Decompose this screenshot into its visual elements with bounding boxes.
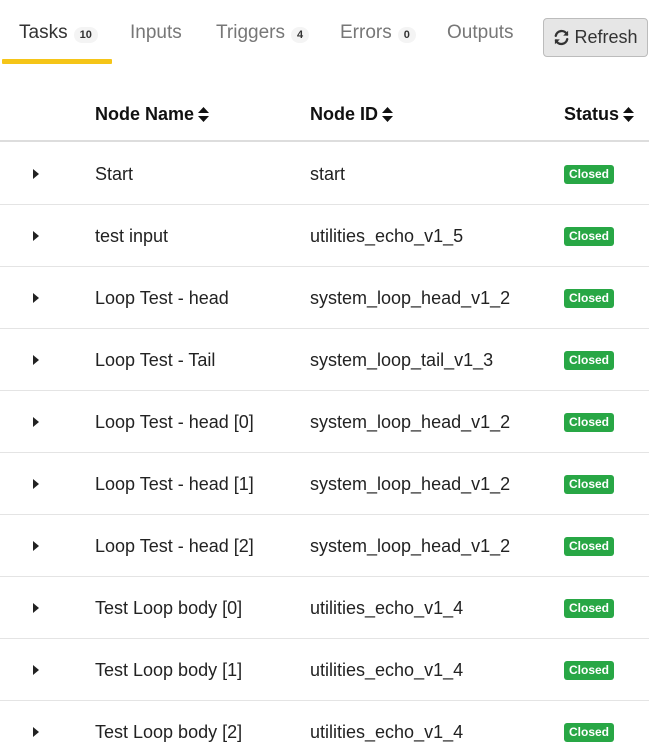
table-header: Node Name Node ID Status [0, 86, 649, 142]
sort-icon [623, 106, 635, 122]
table-row[interactable]: Loop Test - Tail system_loop_tail_v1_3 C… [0, 329, 649, 391]
status-badge: Closed [564, 412, 615, 432]
tab-outputs-label: Outputs [447, 22, 514, 43]
node-id-cell: utilities_echo_v1_5 [310, 225, 464, 246]
status-badge: Closed [564, 164, 615, 184]
status-badge: Closed [564, 350, 615, 370]
node-id-cell: start [310, 163, 346, 184]
column-header-node-id[interactable]: Node ID [310, 86, 394, 142]
tab-tasks-count-badge: 10 [73, 26, 98, 43]
node-name-cell: Loop Test - Tail [95, 349, 216, 370]
status-cell: Closed [564, 453, 615, 515]
table-row[interactable]: Loop Test - head [1] system_loop_head_v1… [0, 453, 649, 515]
tab-triggers-label: Triggers [216, 22, 285, 43]
expand-caret-icon[interactable] [33, 639, 39, 701]
column-header-node-name-label: Node Name [95, 103, 195, 124]
tab-outputs[interactable]: Outputs [447, 0, 514, 66]
column-header-status[interactable]: Status [564, 86, 635, 142]
tab-inputs[interactable]: Inputs [130, 0, 182, 66]
expand-caret-icon[interactable] [33, 515, 39, 577]
table-row[interactable]: Start start Closed [0, 143, 649, 205]
table-row[interactable]: test input utilities_echo_v1_5 Closed [0, 205, 649, 267]
status-badge: Closed [564, 722, 615, 742]
node-id-cell: utilities_echo_v1_4 [310, 721, 464, 742]
node-id-cell: system_loop_head_v1_2 [310, 411, 511, 432]
node-name-cell: Loop Test - head [1] [95, 473, 254, 494]
node-id-cell: system_loop_head_v1_2 [310, 535, 511, 556]
status-badge: Closed [564, 226, 615, 246]
expand-caret-icon[interactable] [33, 329, 39, 391]
table-row[interactable]: Loop Test - head [0] system_loop_head_v1… [0, 391, 649, 453]
tab-inputs-label: Inputs [130, 22, 182, 43]
status-cell: Closed [564, 391, 615, 453]
expand-caret-icon[interactable] [33, 205, 39, 267]
table-row[interactable]: Test Loop body [2] utilities_echo_v1_4 C… [0, 701, 649, 748]
node-name-cell: Start [95, 163, 134, 184]
status-badge: Closed [564, 288, 615, 308]
status-cell: Closed [564, 267, 615, 329]
expand-caret-icon[interactable] [33, 701, 39, 748]
expand-caret-icon[interactable] [33, 143, 39, 205]
status-cell: Closed [564, 577, 615, 639]
node-name-cell: Loop Test - head [2] [95, 535, 254, 556]
status-cell: Closed [564, 143, 615, 205]
tab-triggers[interactable]: Triggers 4 [216, 0, 310, 66]
node-name-cell: Test Loop body [0] [95, 597, 243, 618]
refresh-button[interactable]: Refresh [543, 18, 648, 57]
status-cell: Closed [564, 639, 615, 701]
node-name-cell: Test Loop body [2] [95, 721, 243, 742]
expand-caret-icon[interactable] [33, 453, 39, 515]
table-row[interactable]: Test Loop body [0] utilities_echo_v1_4 C… [0, 577, 649, 639]
node-id-cell: system_loop_head_v1_2 [310, 473, 511, 494]
status-cell: Closed [564, 205, 615, 267]
tab-triggers-count-badge: 4 [290, 26, 310, 43]
node-id-cell: utilities_echo_v1_4 [310, 659, 464, 680]
status-badge: Closed [564, 474, 615, 494]
sort-icon [382, 106, 394, 122]
node-name-cell: Loop Test - head [95, 287, 229, 308]
column-header-status-label: Status [564, 103, 620, 124]
tab-errors-label: Errors [340, 22, 392, 43]
status-badge: Closed [564, 660, 615, 680]
active-tab-indicator [2, 59, 112, 64]
sort-icon [198, 106, 210, 122]
status-cell: Closed [564, 515, 615, 577]
table-row[interactable]: Test Loop body [1] utilities_echo_v1_4 C… [0, 639, 649, 701]
node-name-cell: test input [95, 225, 169, 246]
tab-tasks-label: Tasks [19, 22, 68, 43]
column-header-node-id-label: Node ID [310, 103, 379, 124]
refresh-button-label: Refresh [574, 27, 638, 47]
table-row[interactable]: Loop Test - head [2] system_loop_head_v1… [0, 515, 649, 577]
column-header-node-name[interactable]: Node Name [95, 86, 210, 142]
status-badge: Closed [564, 598, 615, 618]
status-cell: Closed [564, 329, 615, 391]
tab-errors-count-badge: 0 [397, 26, 416, 43]
node-id-cell: system_loop_head_v1_2 [310, 287, 511, 308]
status-cell: Closed [564, 701, 615, 748]
tab-tasks[interactable]: Tasks 10 [19, 0, 98, 66]
node-name-cell: Test Loop body [1] [95, 659, 243, 680]
node-id-cell: system_loop_tail_v1_3 [310, 349, 494, 370]
expand-caret-icon[interactable] [33, 267, 39, 329]
node-id-cell: utilities_echo_v1_4 [310, 597, 464, 618]
expand-caret-icon[interactable] [33, 391, 39, 453]
table-row[interactable]: Loop Test - head system_loop_head_v1_2 C… [0, 267, 649, 329]
tab-bar: Tasks 10 Inputs Triggers 4 Errors 0 Outp… [0, 0, 649, 66]
refresh-icon [555, 29, 569, 46]
expand-caret-icon[interactable] [33, 577, 39, 639]
node-name-cell: Loop Test - head [0] [95, 411, 254, 432]
status-badge: Closed [564, 536, 615, 556]
tab-errors[interactable]: Errors 0 [340, 0, 416, 66]
